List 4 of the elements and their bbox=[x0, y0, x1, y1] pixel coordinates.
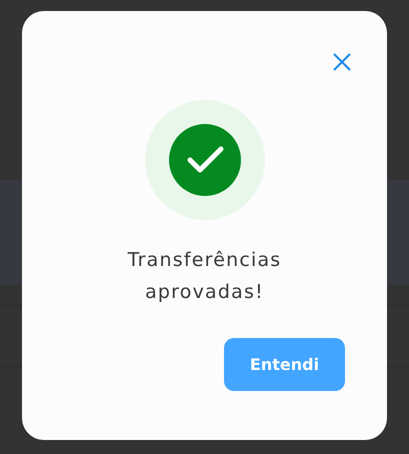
close-icon[interactable] bbox=[332, 52, 352, 72]
confirm-button[interactable]: Entendi bbox=[224, 338, 345, 391]
check-circle-icon bbox=[144, 100, 264, 220]
success-message: Transferências aprovadas! bbox=[126, 248, 282, 305]
